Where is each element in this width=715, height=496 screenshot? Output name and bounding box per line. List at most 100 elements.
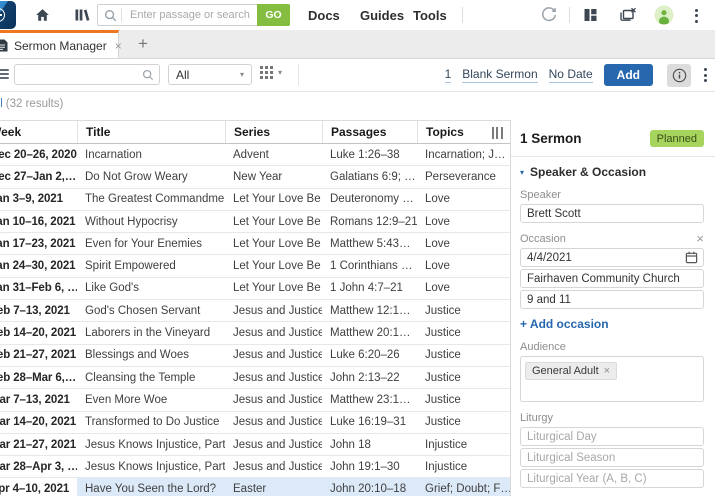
cell-title: Incarnation [77,144,225,165]
column-header-series[interactable]: Series [225,121,322,143]
new-tab-button[interactable]: + [130,30,156,58]
audience-tag-label: General Adult [532,365,599,377]
table-body: Dec 20–26, 2020IncarnationAdventLuke 1:2… [0,144,510,496]
global-search-input[interactable] [128,8,257,22]
table-row[interactable]: Dec 20–26, 2020IncarnationAdventLuke 1:2… [0,144,510,166]
occasion-location-input[interactable] [520,269,704,288]
cell-week: Feb 7–13, 2021 [0,300,77,321]
topbar: GO Docs Guides Tools [0,0,715,30]
cell-week: Jan 17–23, 2021 [0,233,77,254]
menu-docs[interactable]: Docs [308,8,340,23]
table-row[interactable]: Jan 10–16, 2021Without HypocrisyLet Your… [0,211,510,233]
cell-passages: John 20:10–18 [322,478,417,496]
menu-guides[interactable]: Guides [360,8,404,23]
cell-series: Let Your Love Be … [225,211,322,232]
remove-tag-icon[interactable]: × [604,366,610,377]
table-row[interactable]: Mar 21–27, 2021Jesus Knows Injustice, Pa… [0,434,510,456]
table-row[interactable]: Feb 21–27, 2021Blessings and WoesJesus a… [0,345,510,367]
column-options-icon[interactable] [492,127,503,139]
occasion-date-input[interactable] [520,248,704,267]
cell-passages: Matthew 20:1… [322,322,417,343]
table-row[interactable]: Apr 4–10, 2021Have You Seen the Lord?Eas… [0,478,510,496]
cell-series: Jesus and Justice [225,322,322,343]
audience-field[interactable]: General Adult × [520,356,704,402]
cell-title: Blessings and Woes [77,345,225,366]
column-header-week[interactable]: Week [0,121,77,143]
table-row[interactable]: Mar 7–13, 2021Even More WoeJesus and Jus… [0,389,510,411]
remove-occasion-icon[interactable]: × [696,232,704,245]
section-speaker-occasion[interactable]: ▾ Speaker & Occasion [520,165,704,179]
go-button[interactable]: GO [257,4,290,26]
home-icon[interactable] [34,7,51,23]
liturgical-year-input[interactable] [520,469,704,488]
table-row[interactable]: Jan 17–23, 2021Even for Your EnemiesLet … [0,233,510,255]
sermon-search-icon [142,69,154,81]
table-row[interactable]: Feb 14–20, 2021Laborers in the VineyardJ… [0,322,510,344]
cell-week: Apr 4–10, 2021 [0,478,77,496]
cell-passages: Luke 16:19–31 [322,412,417,433]
cell-passages: Matthew 12:1… [322,300,417,321]
cell-passages: John 18 [322,434,417,455]
cell-passages: 1 John 4:7–21 [322,278,417,299]
layouts-icon[interactable] [582,7,599,23]
cell-passages: Deuteronomy … [322,189,417,210]
filter-all-select[interactable]: All ▾ [168,64,252,85]
menu-tools[interactable]: Tools [413,8,447,23]
speaker-input[interactable] [520,204,704,223]
panel-menu-icon[interactable] [0,69,9,81]
cell-week: Mar 7–13, 2021 [0,389,77,410]
toolbar-kebab-menu-icon[interactable] [702,66,709,84]
table-row[interactable]: Jan 3–9, 2021The Greatest CommandmentLet… [0,189,510,211]
cell-topics: Injustice [417,434,510,455]
new-sermon-date-field[interactable]: No Date [549,67,593,83]
tab-close-icon[interactable]: × [115,40,122,52]
view-options-dropdown[interactable]: ▾ [260,66,282,79]
cell-series: Let Your Love Be … [225,189,322,210]
cell-series: Jesus and Justice [225,412,322,433]
table-row[interactable]: Dec 27–Jan 2,…Do Not Grow WearyNew YearG… [0,166,510,188]
cell-topics: Justice [417,367,510,388]
add-sermon-button[interactable]: Add [604,64,653,86]
search-icon [104,9,117,22]
new-sermon-count-field[interactable]: 1 [445,67,452,83]
table-row[interactable]: Feb 28–Mar 6,…Cleansing the TempleJesus … [0,367,510,389]
close-all-panels-icon[interactable] [618,7,637,23]
global-search-box[interactable]: GO [97,4,290,26]
cell-week: Jan 24–30, 2021 [0,255,77,276]
new-sermon-type-field[interactable]: Blank Sermon [462,67,537,83]
sync-icon[interactable] [540,6,558,24]
column-header-passages[interactable]: Passages [322,121,417,143]
table-row[interactable]: Mar 14–20, 2021Transformed to Do Justice… [0,412,510,434]
table-row[interactable]: Jan 24–30, 2021Spirit EmpoweredLet Your … [0,255,510,277]
library-icon[interactable] [73,7,91,23]
info-button[interactable] [667,64,691,87]
liturgical-day-input[interactable] [520,427,704,446]
cell-topics: Perseverance [417,166,510,187]
sermon-search-box[interactable] [14,64,160,85]
table-row[interactable]: Feb 7–13, 2021God's Chosen ServantJesus … [0,300,510,322]
cell-week: Feb 21–27, 2021 [0,345,77,366]
table-row[interactable]: Jan 31–Feb 6, …Like God'sLet Your Love B… [0,278,510,300]
cell-series: Easter [225,478,322,496]
app-logo-icon[interactable] [0,1,16,29]
filter-all-value: All [176,68,189,82]
liturgical-season-input[interactable] [520,448,704,467]
tab-sermon-manager[interactable]: Sermon Manager × [0,30,119,58]
speaker-label: Speaker [520,189,704,201]
user-account-icon[interactable] [654,5,674,25]
cell-title: Transformed to Do Justice [77,412,225,433]
calendar-icon[interactable] [685,251,698,264]
cell-topics: Love [417,211,510,232]
sermon-search-input[interactable] [21,68,142,82]
status-badge[interactable]: Planned [650,130,704,147]
results-filter-label[interactable]: All [0,98,3,110]
occasion-time-input[interactable] [520,290,704,309]
cell-topics: Love [417,278,510,299]
detail-panel: 1 Sermon Planned ▾ Speaker & Occasion Sp… [510,120,715,496]
table-row[interactable]: Mar 28–Apr 3, …Jesus Knows Injustice, Pa… [0,456,510,478]
cell-topics: Justice [417,345,510,366]
column-header-title[interactable]: Title [77,121,225,143]
topbar-kebab-menu-icon[interactable] [693,7,700,25]
add-occasion-link[interactable]: + Add occasion [520,317,704,331]
cell-week: Dec 20–26, 2020 [0,144,77,165]
